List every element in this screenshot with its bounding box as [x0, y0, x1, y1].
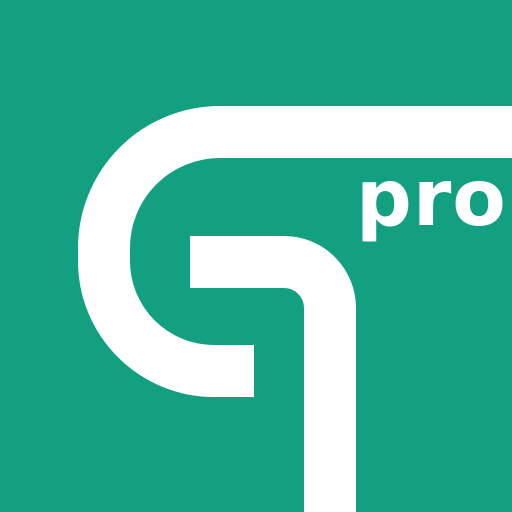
- hook-route-logo-icon: [0, 0, 512, 512]
- pro-badge: pro: [356, 154, 507, 244]
- route-mark-top-tab: [190, 236, 284, 288]
- app-icon: pro: [0, 0, 512, 512]
